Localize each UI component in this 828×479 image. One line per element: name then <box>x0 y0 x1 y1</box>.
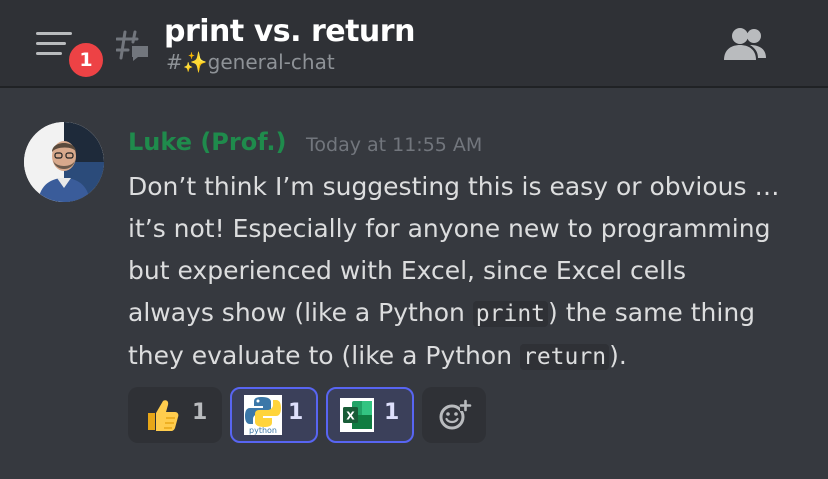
add-reaction-icon <box>439 399 472 430</box>
reaction-count: 1 <box>288 400 304 425</box>
reaction-excel[interactable]: X 1 <box>326 387 414 443</box>
thread-title: print vs. return <box>164 14 415 49</box>
inline-code: print <box>472 301 549 327</box>
channel-header: 1 print vs. return #✨general-chat <box>0 0 828 88</box>
reaction-python[interactable]: python 1 <box>230 387 318 443</box>
add-reaction-button[interactable] <box>422 387 486 443</box>
message-text: they evaluate to (like a Python <box>128 341 520 370</box>
message-text: ). <box>609 341 627 370</box>
avatar-photo <box>24 122 104 202</box>
excel-logo-icon: X <box>340 398 374 432</box>
thumbs-up-icon <box>148 400 179 431</box>
python-logo-label: python <box>249 426 277 435</box>
message-timestamp: Today at 11:55 AM <box>306 134 483 156</box>
python-logo-icon: python <box>244 395 282 435</box>
menu-icon <box>36 32 72 35</box>
excel-logo-label: X <box>346 410 355 423</box>
members-icon[interactable] <box>720 26 768 62</box>
author-name[interactable]: Luke (Prof.) <box>128 128 286 156</box>
notification-badge: 1 <box>66 40 106 80</box>
reaction-thumbs-up[interactable]: 1 <box>128 387 222 443</box>
message-text: always show (like a Python <box>128 298 473 327</box>
menu-icon-line <box>36 42 66 45</box>
message-line: but experienced with Excel, since Excel … <box>128 256 687 285</box>
reaction-count: 1 <box>384 400 400 425</box>
message-line: it’s not! Especially for anyone new to p… <box>128 214 771 243</box>
menu-icon-line <box>36 52 62 55</box>
reaction-count: 1 <box>192 400 208 425</box>
inline-code: return <box>519 344 610 370</box>
message-content: Don’t think I’m suggesting this is easy … <box>128 166 818 378</box>
message-line: Don’t think I’m suggesting this is easy … <box>128 172 780 201</box>
message-text: ) the same thing <box>548 298 756 327</box>
avatar[interactable] <box>24 122 104 202</box>
message-line: always show (like a Python print) the sa… <box>128 292 818 335</box>
thread-icon <box>116 30 148 61</box>
channel-name[interactable]: #✨general-chat <box>166 50 335 74</box>
message-line: they evaluate to (like a Python return). <box>128 335 818 378</box>
menu-button[interactable]: 1 <box>36 30 106 80</box>
